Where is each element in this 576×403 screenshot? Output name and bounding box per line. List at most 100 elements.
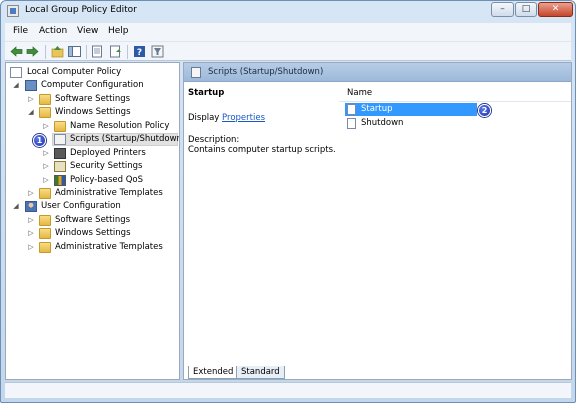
folder-icon <box>39 242 51 253</box>
tree-item-label: Windows Settings <box>55 107 131 117</box>
tree-item-security-settings[interactable]: ▷ Security Settings <box>8 160 178 173</box>
tree-item-label: Scripts (Startup/Shutdown) <box>70 134 180 144</box>
menu-view[interactable]: View <box>77 26 98 36</box>
menu-help[interactable]: Help <box>108 26 129 36</box>
tree-item-label: Software Settings <box>55 215 131 225</box>
display-properties-line: Display Properties <box>188 113 265 123</box>
tree-item-label: Deployed Printers <box>70 148 146 158</box>
app-window: Local Group Policy Editor – □ ✕ File Act… <box>0 0 576 403</box>
collapsed-arrow-icon[interactable]: ▷ <box>27 93 35 106</box>
tree-item-label: User Configuration <box>41 201 121 211</box>
title-bar: Local Group Policy Editor – □ ✕ <box>1 1 575 21</box>
gpedit-app-icon <box>7 5 19 17</box>
tree-item-user-configuration[interactable]: ◢ User Configuration <box>8 200 178 213</box>
status-bar <box>5 382 571 398</box>
minimize-button[interactable]: – <box>491 2 514 17</box>
tree-item-label: Computer Configuration <box>41 80 144 90</box>
toolbar-separator <box>127 45 128 59</box>
up-icon[interactable] <box>51 45 64 58</box>
callout-badge-1: 1 <box>33 134 46 147</box>
description-label: Description: <box>188 135 240 145</box>
script-document-icon <box>347 104 356 115</box>
collapsed-arrow-icon[interactable]: ▷ <box>27 214 35 227</box>
tree-item-software-settings[interactable]: ▷ Software Settings <box>8 93 178 106</box>
collapsed-arrow-icon[interactable]: ▷ <box>42 147 50 160</box>
collapsed-arrow-icon[interactable]: ▷ <box>42 174 50 187</box>
script-list[interactable]: Name Startup Shutdown 2 <box>339 82 571 362</box>
menu-action[interactable]: Action <box>39 26 67 36</box>
export-list-icon[interactable] <box>91 45 104 58</box>
collapsed-arrow-icon[interactable]: ▷ <box>42 160 50 173</box>
script-document-icon <box>191 67 201 78</box>
folder-icon <box>39 215 51 226</box>
tree-item-policy-based-qos[interactable]: ▷ Policy-based QoS <box>8 174 178 187</box>
collapsed-arrow-icon[interactable]: ▷ <box>27 227 35 240</box>
tree-item-label: Windows Settings <box>55 228 131 238</box>
folder-icon <box>39 188 51 199</box>
list-item-label: Shutdown <box>361 118 404 128</box>
tree-item-label: Policy-based QoS <box>70 175 144 185</box>
policy-document-icon <box>10 67 22 78</box>
collapsed-arrow-icon[interactable]: ▷ <box>27 241 35 254</box>
list-item-shutdown[interactable]: Shutdown <box>345 117 477 130</box>
tree-item-windows-settings[interactable]: ◢ Windows Settings <box>8 106 178 119</box>
folder-icon <box>39 94 51 105</box>
bar-chart-icon <box>54 175 66 186</box>
user-icon <box>25 201 37 212</box>
description-text: Contains computer startup scripts. <box>188 145 336 155</box>
expanded-arrow-icon[interactable]: ◢ <box>12 79 20 92</box>
properties-link[interactable]: Properties <box>222 113 265 123</box>
help-icon[interactable]: ? <box>133 45 146 58</box>
tree-item-administrative-templates[interactable]: ▷ Administrative Templates <box>8 187 178 200</box>
maximize-button[interactable]: □ <box>515 2 537 17</box>
details-header: Scripts (Startup/Shutdown) <box>184 63 571 82</box>
properties-icon[interactable] <box>109 45 122 58</box>
security-icon <box>54 161 66 172</box>
console-tree[interactable]: Local Computer Policy ◢ Computer Configu… <box>5 62 180 380</box>
tree-item-label: Administrative Templates <box>55 242 163 252</box>
toolbar-separator <box>45 45 46 59</box>
tree-item-label: Name Resolution Policy <box>70 121 170 131</box>
forward-icon[interactable] <box>26 45 39 58</box>
list-item-label: Startup <box>361 104 393 114</box>
close-button[interactable]: ✕ <box>538 2 573 17</box>
tree-item-name-resolution-policy[interactable]: ▷ Name Resolution Policy <box>8 120 178 133</box>
script-document-icon <box>54 134 66 145</box>
toolbar: ? <box>5 41 571 61</box>
menu-file[interactable]: File <box>13 26 28 36</box>
description-title: Startup <box>188 88 225 98</box>
script-document-icon <box>347 118 356 129</box>
collapsed-arrow-icon[interactable]: ▷ <box>42 120 50 133</box>
tree-item-computer-configuration[interactable]: ◢ Computer Configuration <box>8 79 178 92</box>
tree-item-user-administrative-templates[interactable]: ▷ Administrative Templates <box>8 241 178 254</box>
tree-item-label: Software Settings <box>55 94 131 104</box>
tree-item-label: Security Settings <box>70 161 143 171</box>
folder-icon <box>39 107 51 118</box>
expanded-arrow-icon[interactable]: ◢ <box>27 106 35 119</box>
tree-item-user-software-settings[interactable]: ▷ Software Settings <box>8 214 178 227</box>
tree-item-label: Local Computer Policy <box>27 67 122 77</box>
show-hide-tree-icon[interactable] <box>68 45 81 58</box>
tree-item-label: Administrative Templates <box>55 188 163 198</box>
toolbar-separator <box>86 45 87 59</box>
expanded-arrow-icon[interactable]: ◢ <box>12 200 20 213</box>
tab-standard[interactable]: Standard <box>236 366 285 379</box>
tree-item-user-windows-settings[interactable]: ▷ Windows Settings <box>8 227 178 240</box>
window-title: Local Group Policy Editor <box>25 5 137 15</box>
tree-item-deployed-printers[interactable]: ▷ Deployed Printers <box>8 147 178 160</box>
collapsed-arrow-icon[interactable]: ▷ <box>27 187 35 200</box>
column-header-name[interactable]: Name <box>347 88 372 98</box>
display-prefix: Display <box>188 113 220 123</box>
list-item-startup[interactable]: Startup <box>345 103 477 116</box>
extended-description: Startup Display Properties Description: … <box>184 82 339 362</box>
callout-badge-2: 2 <box>478 104 491 117</box>
filter-icon[interactable] <box>151 45 164 58</box>
svg-text:?: ? <box>137 48 142 58</box>
menu-bar: File Action View Help <box>5 23 571 41</box>
back-icon[interactable] <box>10 45 23 58</box>
view-tabs: Extended Standard <box>188 366 568 379</box>
folder-icon <box>54 121 66 132</box>
details-header-title: Scripts (Startup/Shutdown) <box>208 67 324 77</box>
tab-extended[interactable]: Extended <box>188 366 239 379</box>
tree-item-local-computer-policy[interactable]: Local Computer Policy <box>8 66 178 79</box>
